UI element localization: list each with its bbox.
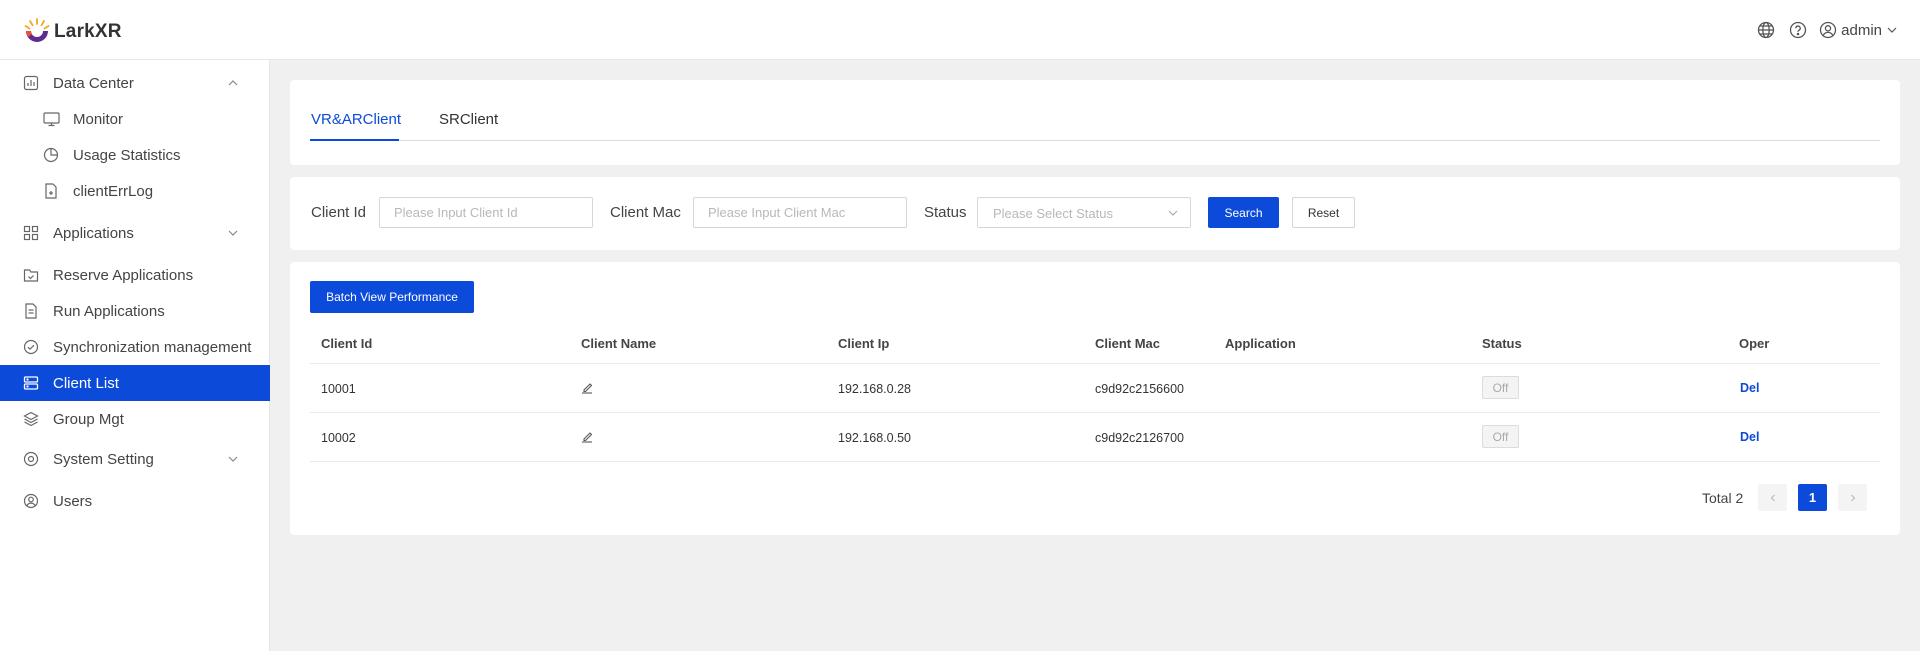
sidebar-item-label: Client List [53,374,119,392]
column-header-application: Application [1225,336,1296,351]
bar-chart-icon [22,74,40,92]
reset-button[interactable]: Reset [1292,197,1355,228]
header-divider [310,363,1880,364]
column-header-client-id: Client Id [321,336,373,351]
client-mac-input[interactable] [693,197,907,228]
username: admin [1841,21,1882,39]
sidebar-item-label: Applications [53,224,134,242]
column-header-client-ip: Client Ip [838,336,890,351]
delete-link[interactable]: Del [1740,430,1759,444]
search-button[interactable]: Search [1208,197,1279,228]
cell-client-id: 10002 [321,431,356,445]
sidebar-item-data-center[interactable]: Data Center [0,65,270,101]
sidebar-item-client-list[interactable]: Client List [0,365,270,401]
cell-client-id: 10001 [321,382,356,396]
tabs-card: VR&ARClient SRClient [290,80,1900,165]
column-header-client-mac: Client Mac [1095,336,1161,351]
edit-icon[interactable] [581,380,593,397]
sidebar-item-monitor[interactable]: Monitor [0,101,270,137]
chevron-down-icon [1887,27,1897,33]
row-divider [310,461,1880,462]
sidebar-item-label: Users [53,492,93,510]
active-tab-indicator [310,139,399,141]
column-header-client-name: Client Name [581,336,657,351]
sidebar-item-label: Run Applications [53,302,165,320]
app-logo[interactable]: LarkXR [22,17,122,47]
chevron-down-icon [1168,210,1178,216]
sidebar-item-synchronization-management[interactable]: Synchronization management [0,329,270,365]
delete-link[interactable]: Del [1740,381,1759,395]
next-page-button[interactable] [1838,484,1867,511]
app-name: LarkXR [54,21,122,42]
monitor-icon [42,110,60,128]
edit-icon[interactable] [581,429,593,446]
grid-icon [22,224,40,242]
sidebar-item-label: Monitor [73,110,124,128]
column-header-oper: Oper [1739,336,1770,351]
status-select-placeholder: Please Select Status [993,206,1113,221]
cell-client-mac: c9d92c2156600 [1095,382,1184,396]
client-mac-label: Client Mac [610,204,681,221]
layers-icon [22,410,40,428]
tabs-divider [310,140,1880,141]
filter-card: Client Id Client Mac Status Please Selec… [290,177,1900,250]
client-id-input[interactable] [379,197,593,228]
cell-client-ip: 192.168.0.50 [838,431,911,445]
sidebar: Data Center Monitor Usage Statistics cli… [0,60,270,651]
user-circle-icon [22,492,40,510]
tab-vr-ar-client[interactable]: VR&ARClient [311,111,401,128]
page-button-current[interactable]: 1 [1798,484,1827,511]
user-menu[interactable]: admin [1819,21,1898,39]
cell-client-ip: 192.168.0.28 [838,382,911,396]
folder-check-icon [22,266,40,284]
row-divider [310,412,1880,413]
check-circle-icon [22,338,40,356]
cell-client-mac: c9d92c2126700 [1095,431,1184,445]
logo-icon [24,18,50,42]
sidebar-item-group-mgt[interactable]: Group Mgt [0,401,270,437]
status-badge: Off [1482,376,1519,399]
status-badge: Off [1482,425,1519,448]
sidebar-item-label: Data Center [53,74,134,92]
globe-icon[interactable] [1755,19,1777,41]
sidebar-item-applications[interactable]: Applications [0,215,270,251]
server-icon [22,374,40,392]
sidebar-item-label: System Setting [53,450,154,468]
sidebar-item-run-applications[interactable]: Run Applications [0,293,270,329]
chevron-left-icon [1770,494,1775,501]
sidebar-item-clienterrlog[interactable]: clientErrLog [0,173,270,209]
client-table-card: Batch View Performance Client Id Client … [290,262,1900,535]
chevron-down-icon [228,456,238,462]
question-circle-icon[interactable] [1787,19,1809,41]
sidebar-item-usage-statistics[interactable]: Usage Statistics [0,137,270,173]
batch-view-performance-button[interactable]: Batch View Performance [310,281,474,313]
tab-sr-client[interactable]: SRClient [439,111,498,128]
sidebar-item-label: Synchronization management [53,338,252,356]
user-circle-icon [1819,21,1837,39]
pagination-total: Total 2 [1702,490,1744,506]
sidebar-item-reserve-applications[interactable]: Reserve Applications [0,257,270,293]
sidebar-item-label: clientErrLog [73,182,154,200]
top-bar: LarkXR admin [0,0,1920,60]
sidebar-item-label: Usage Statistics [73,146,181,164]
prev-page-button[interactable] [1758,484,1787,511]
sidebar-item-users[interactable]: Users [0,483,270,519]
settings-icon [22,450,40,468]
column-header-status: Status [1482,336,1522,351]
chevron-down-icon [228,230,238,236]
sidebar-item-system-setting[interactable]: System Setting [0,441,270,477]
sidebar-item-label: Group Mgt [53,410,124,428]
sidebar-item-label: Reserve Applications [53,266,194,284]
chevron-right-icon [1850,494,1855,501]
chevron-up-icon [228,80,238,86]
document-icon [22,302,40,320]
status-select[interactable]: Please Select Status [977,197,1191,228]
pie-chart-icon [42,146,60,164]
file-icon [42,182,60,200]
status-label: Status [924,204,967,221]
client-id-label: Client Id [311,204,367,221]
